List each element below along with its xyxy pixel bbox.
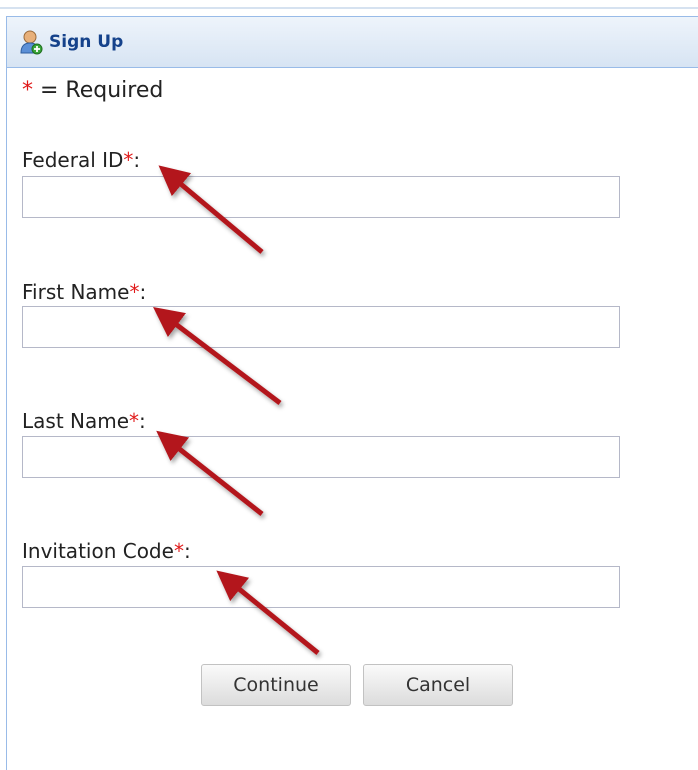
user-add-icon: [20, 30, 43, 55]
first-name-required-star: *: [129, 280, 140, 304]
last-name-input[interactable]: [22, 436, 620, 478]
last-name-label: Last Name*:: [22, 409, 146, 433]
dialog-header: Sign Up: [7, 16, 698, 68]
federal-id-label: Federal ID*:: [22, 148, 140, 172]
federal-id-input[interactable]: [22, 176, 620, 218]
last-name-colon: :: [139, 409, 146, 433]
dialog-title: Sign Up: [49, 32, 124, 52]
sign-up-dialog: Sign Up: [6, 16, 698, 770]
cancel-button[interactable]: Cancel: [363, 664, 513, 706]
first-name-colon: :: [139, 280, 147, 304]
first-name-label-text: First Name: [22, 280, 130, 304]
required-note: * = Required: [22, 78, 163, 103]
required-star: *: [22, 78, 33, 103]
last-name-label-text: Last Name: [22, 409, 130, 433]
last-name-required-star: *: [129, 409, 140, 433]
federal-id-label-text: Federal ID: [22, 148, 124, 172]
federal-id-colon: :: [133, 148, 141, 172]
continue-button[interactable]: Continue: [201, 664, 351, 706]
invitation-code-label-text: Invitation Code: [22, 539, 174, 563]
first-name-label: First Name*:: [22, 280, 146, 304]
top-strip: [0, 0, 698, 9]
required-note-text: = Required: [33, 78, 164, 103]
invitation-code-input[interactable]: [22, 566, 620, 608]
federal-id-required-star: *: [123, 148, 134, 172]
invitation-code-label: Invitation Code*:: [22, 539, 191, 563]
invitation-code-required-star: *: [173, 539, 184, 563]
first-name-input[interactable]: [22, 306, 620, 348]
invitation-code-colon: :: [183, 539, 191, 563]
